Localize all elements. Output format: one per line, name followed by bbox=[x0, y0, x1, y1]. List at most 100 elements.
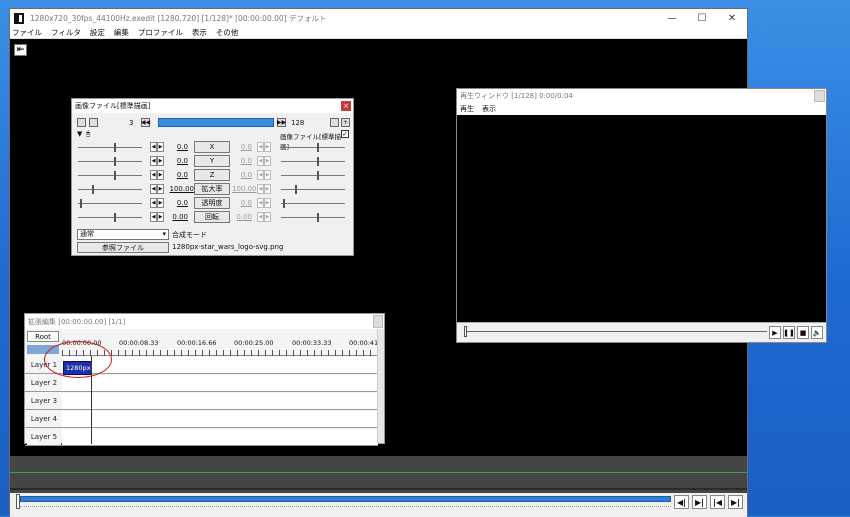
frame-start: 3 bbox=[129, 119, 134, 127]
property-row-opacity: ◀ ▶ 0.0 透明度 0.0 ◀ ▶ bbox=[76, 197, 349, 210]
menu-play[interactable]: 再生 bbox=[460, 104, 474, 114]
volume-icon[interactable]: 🔈 bbox=[811, 326, 823, 339]
dialog-close-button[interactable]: × bbox=[341, 101, 351, 111]
arrow-buttons[interactable]: ◀ ▶ bbox=[150, 142, 164, 152]
value-left[interactable]: 0.0 bbox=[168, 143, 188, 151]
slider-right bbox=[281, 199, 345, 208]
menu-edit[interactable]: 編集 bbox=[114, 27, 129, 38]
property-row-scale: ◀ ▶ 100.00 拡大率 100.00 ◀ ▶ bbox=[76, 183, 349, 196]
last-frame-button[interactable]: ▶| bbox=[728, 495, 743, 509]
prev-keyframe-icon[interactable]: ◀◀ bbox=[141, 118, 150, 127]
property-row-rotation: ◀ ▶ 0.00 回転 0.00 ◀ ▶ bbox=[76, 211, 349, 224]
timeline-close-button[interactable] bbox=[373, 315, 383, 328]
slider-left[interactable] bbox=[78, 213, 142, 222]
play-icon[interactable]: ▶ bbox=[769, 326, 781, 339]
prev-frame-button[interactable]: ◀| bbox=[674, 495, 689, 509]
arrow-buttons[interactable]: ◀ ▶ bbox=[150, 170, 164, 180]
layer-label[interactable]: Layer 5 bbox=[27, 429, 61, 445]
minimize-button[interactable]: — bbox=[657, 9, 687, 27]
camera-icon[interactable] bbox=[77, 118, 86, 127]
arrow-buttons-right: ◀ ▶ bbox=[257, 142, 271, 152]
layer-track[interactable] bbox=[62, 411, 378, 427]
highlight-circle bbox=[44, 341, 112, 378]
menu-profile[interactable]: プロファイル bbox=[138, 27, 183, 38]
slider-left[interactable] bbox=[78, 143, 142, 152]
object-enable-checkbox[interactable]: ✓ bbox=[341, 130, 349, 138]
preview-menubar: 再生 表示 bbox=[457, 103, 826, 115]
go-start-icon[interactable]: ⇤ bbox=[14, 44, 27, 56]
preview-close-button[interactable] bbox=[814, 90, 825, 102]
menu-file[interactable]: ファイル bbox=[12, 27, 42, 38]
close-button[interactable]: ✕ bbox=[717, 9, 747, 27]
timeline-scrollbar[interactable] bbox=[377, 329, 384, 443]
timeline-title: 拡張編集 [00:00:00.00] [1/1] bbox=[25, 314, 384, 329]
main-menubar: ファイル フィルタ 設定 編集 プロファイル 表示 その他 bbox=[10, 27, 747, 39]
arrow-buttons[interactable]: ◀ ▶ bbox=[150, 212, 164, 222]
timeline-window: 拡張編集 [00:00:00.00] [1/1] Root 00:00:00.0… bbox=[24, 313, 385, 446]
stop-icon[interactable]: ■ bbox=[797, 326, 809, 339]
link-icon[interactable] bbox=[330, 118, 339, 127]
frame-range-row: 3 ◀◀ ▶▶ 128 + bbox=[77, 117, 350, 129]
slider-left[interactable] bbox=[78, 199, 142, 208]
seek-ticks bbox=[20, 506, 671, 509]
value-left[interactable]: 0.00 bbox=[168, 213, 188, 221]
preview-seek-bar[interactable] bbox=[465, 331, 767, 332]
arrow-buttons-right: ◀ ▶ bbox=[257, 198, 271, 208]
arrow-buttons[interactable]: ◀ ▶ bbox=[150, 198, 164, 208]
value-left[interactable]: 100.00 bbox=[168, 185, 195, 193]
first-frame-button[interactable]: |◀ bbox=[710, 495, 725, 509]
property-button-rotation[interactable]: 回転 bbox=[194, 211, 230, 223]
pause-icon[interactable]: ❚❚ bbox=[783, 326, 795, 339]
property-button-z[interactable]: Z bbox=[194, 169, 230, 181]
seek-bar[interactable] bbox=[20, 496, 671, 502]
menu-settings[interactable]: 設定 bbox=[90, 27, 105, 38]
collapse-icon[interactable]: ▼ bbox=[77, 130, 82, 138]
playback-buttons: ▶ ❚❚ ■ 🔈 bbox=[769, 326, 823, 339]
layer-label[interactable]: Layer 3 bbox=[27, 393, 61, 409]
slider-left[interactable] bbox=[78, 185, 142, 194]
property-button-x[interactable]: X bbox=[194, 141, 230, 153]
menu-view[interactable]: 表示 bbox=[192, 27, 207, 38]
value-left[interactable]: 0.0 bbox=[168, 171, 188, 179]
maximize-button[interactable]: ☐ bbox=[687, 9, 717, 27]
arrow-buttons[interactable]: ◀ ▶ bbox=[150, 156, 164, 166]
value-left[interactable]: 0.0 bbox=[168, 199, 188, 207]
layer-label[interactable]: Layer 4 bbox=[27, 411, 61, 427]
arrow-buttons[interactable]: ◀ ▶ bbox=[150, 184, 164, 194]
slider-left[interactable] bbox=[78, 171, 142, 180]
main-titlebar: 1280x720_30fps_44100Hz.exedit [1280,720]… bbox=[10, 9, 747, 27]
property-button-opacity[interactable]: 透明度 bbox=[194, 197, 230, 209]
layer-track[interactable] bbox=[62, 393, 378, 409]
file-name: 1280px-star_wars_logo-svg.png bbox=[172, 243, 284, 251]
mouse-icon: 🖱 bbox=[86, 130, 91, 138]
value-right: 0.0 bbox=[240, 143, 252, 151]
layer-icon[interactable] bbox=[89, 118, 98, 127]
blend-mode-select[interactable]: 通常 bbox=[77, 229, 169, 240]
browse-file-button[interactable]: 参照ファイル bbox=[77, 242, 169, 253]
menu-view[interactable]: 表示 bbox=[482, 104, 496, 114]
frame-range-slider[interactable] bbox=[158, 118, 274, 127]
layer-track[interactable] bbox=[62, 375, 378, 391]
arrow-buttons-right: ◀ ▶ bbox=[257, 170, 271, 180]
slider-left[interactable] bbox=[78, 157, 142, 166]
object-header-row: ▼ 🖱 画像ファイル[標準描画] ✓ bbox=[77, 130, 349, 151]
layer-label[interactable]: Layer 2 bbox=[27, 375, 61, 391]
seek-bar-area: ◀| ▶| |◀ ▶| bbox=[10, 493, 747, 517]
blend-mode-label: 合成モード bbox=[172, 231, 207, 239]
root-button[interactable]: Root bbox=[27, 331, 59, 342]
property-button-y[interactable]: Y bbox=[194, 155, 230, 167]
menu-filter[interactable]: フィルタ bbox=[51, 27, 81, 38]
property-button-scale[interactable]: 拡大率 bbox=[194, 183, 230, 195]
ruler-label: 00:00:08.33 bbox=[119, 339, 159, 347]
next-frame-button[interactable]: ▶| bbox=[692, 495, 707, 509]
audio-waveform-strip bbox=[10, 456, 747, 493]
add-filter-icon[interactable]: + bbox=[341, 118, 350, 127]
slider-right bbox=[281, 143, 345, 152]
preview-seek-handle[interactable] bbox=[464, 326, 467, 337]
layer-track[interactable] bbox=[62, 429, 378, 445]
menu-other[interactable]: その他 bbox=[216, 27, 239, 38]
value-left[interactable]: 0.0 bbox=[168, 157, 188, 165]
next-keyframe-icon[interactable]: ▶▶ bbox=[277, 118, 286, 127]
object-settings-dialog: 画像ファイル[標準描画] × 3 ◀◀ ▶▶ 128 + ▼ 🖱 画像ファイル[… bbox=[71, 98, 354, 256]
ruler-label: 00:00:25.00 bbox=[234, 339, 274, 347]
